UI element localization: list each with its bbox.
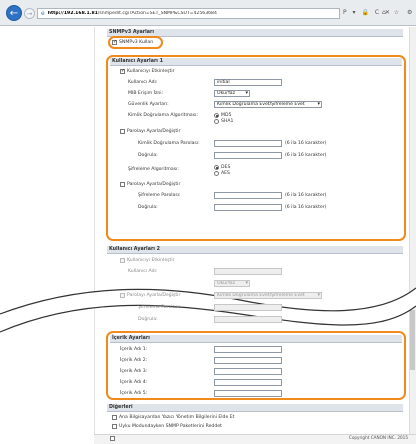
back-arrow-icon[interactable]: ← <box>6 5 22 21</box>
user1-pwset-label: Parolayı Ayarla/Değiştir <box>127 129 181 134</box>
context-name-2-input[interactable] <box>214 357 282 364</box>
snmpv3-use-checkbox[interactable] <box>112 39 117 45</box>
context-name-4-label: İçerik Adı 4: <box>120 380 148 385</box>
user2-enc-pw-input[interactable] <box>214 304 282 311</box>
user2-enable-label: Kullanıcıyı Etkinleştir <box>127 258 175 263</box>
user1-auth-sha1-label: SHA1 <box>221 119 234 124</box>
user1-enc-pw-input[interactable] <box>214 192 282 199</box>
user1-access-select[interactable]: Oku/Yaz <box>214 90 250 97</box>
context-name-4-input[interactable] <box>214 379 282 386</box>
user1-access-label: MIB Erişim İzni: <box>128 91 164 96</box>
user2-username-label: Kullanıcı Adı: <box>128 269 158 274</box>
context-name-5-input[interactable] <box>214 390 282 397</box>
user1-confirm2-hint: (6 ila 16 karakter) <box>285 205 327 210</box>
user2-section-header: Kullanıcı Ayarları 2 <box>107 246 403 254</box>
user1-confirm-label: Doğrula: <box>138 153 158 158</box>
user1-auth-md5-radio[interactable] <box>214 113 219 118</box>
others-opt2-checkbox[interactable] <box>112 424 117 429</box>
address-bar[interactable]: e http://192.168.1.81/snmpedit.cgi?Actio… <box>37 8 340 19</box>
user1-auth-pw-input[interactable] <box>214 140 282 147</box>
user1-auth-sha1-radio[interactable] <box>214 119 219 124</box>
user1-enc-aes-radio[interactable] <box>214 171 219 176</box>
context-name-1-label: İçerik Adı 1: <box>120 347 148 352</box>
user1-enc-des-label: DES <box>221 165 231 170</box>
page-top-icon[interactable] <box>110 436 115 441</box>
user1-pwset2-checkbox[interactable] <box>120 182 125 187</box>
context-section-header: İçerik Ayarları <box>110 335 402 343</box>
snmpv3-use-label: SNMPv3 Kullan <box>119 40 154 45</box>
user1-security-label: Güvenlik Ayarları: <box>128 102 169 107</box>
user1-pwset-checkbox[interactable] <box>120 129 125 134</box>
user1-enc-pw-hint: (6 ila 16 karakter) <box>285 193 327 198</box>
others-opt2-label: Uyku Modundayken SNMP Paketlerini Reddet <box>119 424 222 429</box>
context-name-5-label: İçerik Adı 5: <box>120 391 148 396</box>
user1-auth-algo-label: Kimlik Doğrulama Algoritması: <box>128 113 198 118</box>
context-name-2-label: İçerik Adı 2: <box>120 358 148 363</box>
user1-section-header: Kullanıcı Ayarları 1 <box>110 58 402 66</box>
others-opt1-checkbox[interactable] <box>112 415 117 420</box>
copyright-text: Copyright CANON INC. 2015 <box>348 435 408 440</box>
user1-auth-md5-label: MD5 <box>221 113 232 118</box>
user2-confirm-label: Doğrula: <box>138 317 158 322</box>
user1-security-select[interactable]: Kimlik Doğrulama Evet/Şifreleme Evet <box>214 101 322 108</box>
browser-toolbar-icons[interactable]: ⌂ ☆ ⚙ <box>382 9 415 16</box>
user1-confirm-hint: (6 ila 16 karakter) <box>285 153 327 158</box>
user1-enable-checkbox[interactable] <box>120 68 125 74</box>
user1-confirm2-input[interactable] <box>214 204 282 211</box>
context-name-3-label: İçerik Adı 3: <box>120 369 148 374</box>
others-section-header: Diğerleri <box>107 404 403 412</box>
user1-enc-aes-label: AES <box>221 171 230 176</box>
user2-username-input[interactable] <box>214 268 282 275</box>
user2-pwset-checkbox[interactable] <box>120 293 125 298</box>
user1-confirm2-label: Doğrula: <box>138 205 158 210</box>
scrollbar[interactable] <box>409 27 416 435</box>
user1-enable-label: Kullanıcıyı Etkinleştir <box>127 69 175 74</box>
context-name-1-input[interactable] <box>214 346 282 353</box>
user1-enc-pw-label: Şifreleme Parolası: <box>138 193 181 198</box>
user1-pwset2-label: Parolayı Ayarla/Değiştir <box>127 182 181 187</box>
url-text: http://192.168.1.81/snmpedit.cgi?Action=… <box>47 11 217 16</box>
user2-enc-pw-label: Şifreleme Parolası: <box>138 305 181 310</box>
user1-auth-pw-hint: (6 ila 16 karakter) <box>285 141 327 146</box>
others-opt1-label: Ana Bilgisayardan Yazıcı Yönetim Bilgile… <box>119 415 235 420</box>
user1-confirm-input[interactable] <box>214 152 282 159</box>
forward-arrow-icon[interactable]: → <box>24 8 35 19</box>
user1-enc-des-radio[interactable] <box>214 165 219 170</box>
user2-pwset-label: Parolayı Ayarla/Değiştir <box>127 293 181 298</box>
user1-auth-pw-label: Kimlik Doğrulama Parolası: <box>138 141 200 146</box>
ie-logo-icon: e <box>41 10 45 17</box>
user1-username-label: Kullanıcı Adı: <box>128 80 158 85</box>
user2-security-select[interactable]: Kimlik Doğrulama Evet/Şifreleme Evet <box>214 292 322 299</box>
user1-username-input[interactable]: initial <box>214 79 282 86</box>
user2-confirm-input[interactable] <box>214 316 282 323</box>
user1-enc-algo-label: Şifreleme Algoritması: <box>128 167 179 172</box>
user2-enable-checkbox[interactable] <box>120 258 125 263</box>
context-name-3-input[interactable] <box>214 368 282 375</box>
